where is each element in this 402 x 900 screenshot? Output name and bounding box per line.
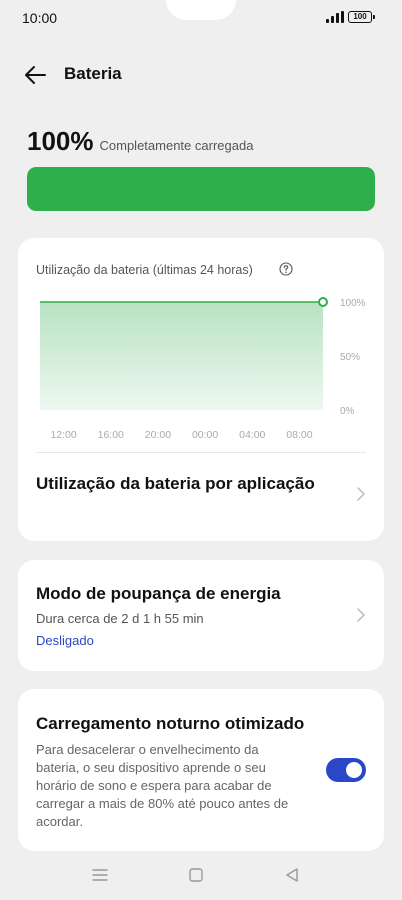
chart-y-tick-label: 50%: [340, 352, 360, 363]
home-square-icon[interactable]: [187, 866, 205, 884]
battery-level-fill: [27, 167, 375, 211]
status-bar: 10:00 100: [0, 0, 402, 36]
chevron-right-icon: [357, 608, 365, 622]
chart-x-tick-label: 12:00: [50, 429, 76, 441]
chart-x-tick-label: 04:00: [239, 429, 265, 441]
night-charging-toggle[interactable]: [326, 758, 366, 782]
battery-percentage: 100%: [27, 126, 94, 156]
chart-area-fill: [40, 302, 323, 410]
night-charging-title: Carregamento noturno otimizado: [36, 714, 305, 733]
power-saving-mode-card[interactable]: Modo de poupança de energia Dura cerca d…: [18, 560, 384, 671]
system-nav-bar: [0, 852, 402, 900]
chart-x-tick-label: 20:00: [145, 429, 171, 441]
arrow-left-icon[interactable]: [22, 62, 48, 88]
battery-level-summary: 100% Completamente carregada: [27, 126, 253, 157]
optimized-night-charging-card: Carregamento noturno otimizado Para desa…: [18, 689, 384, 851]
chart-point-current: [318, 297, 328, 307]
chart-x-tick-label: 00:00: [192, 429, 218, 441]
chart-x-tick-label: 08:00: [286, 429, 312, 441]
camera-notch: [166, 0, 236, 20]
night-charging-description: Para desacelerar o envelhecimento da bat…: [36, 742, 289, 829]
app-battery-usage-link[interactable]: Utilização da bateria por aplicação: [36, 472, 336, 496]
chart-x-tick-label: 16:00: [98, 429, 124, 441]
power-saving-title: Modo de poupança de energia: [36, 584, 281, 603]
chevron-right-icon: [357, 487, 365, 501]
usage-chart-title: Utilização da bateria (últimas 24 horas): [36, 263, 253, 277]
chart-y-tick-label: 0%: [340, 406, 355, 417]
battery-usage-chart: 100% 50% 0% 12:00 16:00 20:00 00:00 04:00 08:00: [40, 297, 366, 441]
power-saving-duration: Dura cerca de 2 d 1 h 55 min: [36, 611, 204, 626]
chart-y-tick-label: 100%: [340, 298, 366, 309]
menu-icon[interactable]: [91, 866, 109, 884]
signal-bars-icon: [326, 11, 344, 23]
status-time: 10:00: [22, 10, 58, 26]
battery-charge-status: Completamente carregada: [99, 138, 254, 153]
battery-level-bar: [27, 167, 375, 211]
page-title: Bateria: [64, 64, 122, 83]
toggle-knob: [346, 762, 362, 778]
app-header: Bateria: [0, 56, 402, 96]
battery-usage-card: Utilização da bateria (últimas 24 horas)…: [18, 238, 384, 541]
help-circle-icon[interactable]: [279, 262, 293, 276]
back-triangle-icon[interactable]: [283, 866, 301, 884]
power-saving-state: Desligado: [36, 633, 94, 648]
card-divider: [36, 452, 366, 453]
battery-icon: 100: [348, 11, 375, 23]
